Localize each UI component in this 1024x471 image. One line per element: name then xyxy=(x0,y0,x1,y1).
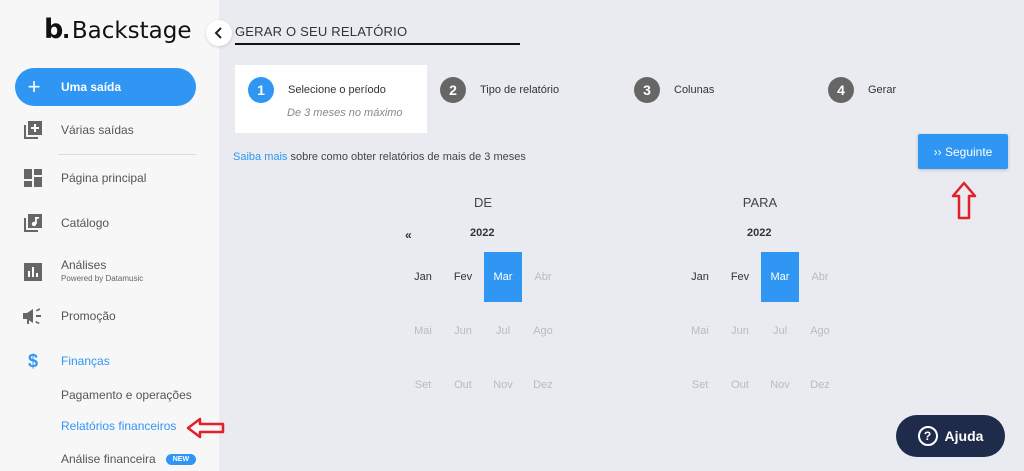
step-3[interactable]: 3 Colunas xyxy=(634,65,714,133)
sidebar-item-label: Várias saídas xyxy=(61,123,134,137)
brand-mark: b xyxy=(44,14,63,45)
from-month-jul: Jul xyxy=(495,325,511,337)
sidebar-item-label: Catálogo xyxy=(61,216,110,230)
from-month-dez: Dez xyxy=(533,379,553,391)
brand-name: Backstage xyxy=(71,18,192,44)
sidebar-item-catalog[interactable]: Catálogo xyxy=(23,213,109,233)
page-title: GERAR O SEU RELATÓRIO xyxy=(235,24,408,39)
chevron-left-icon xyxy=(214,27,222,39)
step-title: Tipo de relatório xyxy=(480,84,560,96)
previous-year-button[interactable]: « xyxy=(405,228,412,242)
sidebar-item-label: Finanças xyxy=(61,354,110,368)
help-button[interactable]: ? Ajuda xyxy=(896,415,1005,457)
from-month-ago: Ago xyxy=(533,325,553,337)
step-number: 2 xyxy=(440,77,466,103)
to-year: 2022 xyxy=(747,227,772,239)
brand-logo[interactable]: b. Backstage xyxy=(44,14,192,45)
sidebar-item-finance[interactable]: $ Finanças xyxy=(23,351,110,371)
brand-dot: . xyxy=(62,14,70,44)
sidebar-item-label: Página principal xyxy=(61,171,147,185)
sidebar-item-analytics[interactable]: Análises Powered by Datamusic xyxy=(23,259,143,285)
step-1[interactable]: 1 Selecione o período De 3 meses no máxi… xyxy=(235,65,427,133)
to-month-abr: Abr xyxy=(811,271,829,283)
sidebar-item-multiple-releases[interactable]: Várias saídas xyxy=(23,120,134,140)
new-badge: NEW xyxy=(165,454,197,466)
title-underline xyxy=(235,43,520,45)
from-month-fev[interactable]: Fev xyxy=(444,252,482,302)
sidebar-subitem-financial-reports[interactable]: Relatórios financeiros xyxy=(61,419,176,433)
from-label: DE xyxy=(473,195,493,210)
to-month-set: Set xyxy=(691,379,709,391)
to-month-out: Out xyxy=(731,379,749,391)
megaphone-icon xyxy=(23,306,43,326)
dollar-icon: $ xyxy=(27,350,38,371)
step-subtitle: De 3 meses no máximo xyxy=(287,107,403,119)
from-year: 2022 xyxy=(470,227,495,239)
from-month-mai: Mai xyxy=(414,325,432,337)
from-month-mar[interactable]: Mar xyxy=(484,252,522,302)
next-button[interactable]: ›› Seguinte xyxy=(918,134,1008,169)
sidebar-item-label: Análises xyxy=(61,258,107,272)
info-text: Saiba mais sobre como obter relatórios d… xyxy=(233,151,526,163)
step-title: Selecione o período xyxy=(288,84,386,96)
to-month-mar[interactable]: Mar xyxy=(761,252,799,302)
music-library-icon xyxy=(23,213,43,233)
annotation-arrow-up-icon xyxy=(951,181,977,226)
analytics-labels: Análises Powered by Datamusic xyxy=(61,259,143,285)
sidebar-item-home[interactable]: Página principal xyxy=(23,168,146,188)
step-4[interactable]: 4 Gerar xyxy=(828,65,896,133)
new-release-label: Uma saída xyxy=(61,80,122,94)
help-label: Ajuda xyxy=(944,428,984,444)
powered-by-label: Powered by Datamusic xyxy=(61,274,144,283)
sidebar: b. Backstage + Uma saída Várias saídas Pá… xyxy=(0,0,219,471)
info-text-body: sobre como obter relatórios de mais de 3… xyxy=(287,151,526,163)
collapse-sidebar-button[interactable] xyxy=(206,20,232,46)
step-number: 4 xyxy=(828,77,854,103)
to-month-ago: Ago xyxy=(810,325,830,337)
step-title: Colunas xyxy=(674,84,715,96)
from-month-set: Set xyxy=(414,379,432,391)
sidebar-divider xyxy=(58,154,196,155)
to-month-jul: Jul xyxy=(772,325,788,337)
step-title: Gerar xyxy=(868,84,897,96)
to-month-fev[interactable]: Fev xyxy=(721,252,759,302)
sidebar-item-label: Promoção xyxy=(61,309,116,323)
learn-more-link[interactable]: Saiba mais xyxy=(233,151,287,163)
plus-icon: + xyxy=(27,74,41,99)
from-month-jan[interactable]: Jan xyxy=(404,252,442,302)
step-number: 3 xyxy=(634,77,660,103)
step-number: 1 xyxy=(248,77,274,103)
annotation-arrow-left-icon xyxy=(186,417,226,444)
add-box-icon xyxy=(23,120,43,140)
sidebar-subitem-payments[interactable]: Pagamento e operações xyxy=(61,388,192,402)
bar-chart-icon xyxy=(23,262,43,282)
question-icon: ? xyxy=(917,426,938,446)
dashboard-icon xyxy=(23,168,43,188)
to-month-mai: Mai xyxy=(691,325,709,337)
to-month-dez: Dez xyxy=(810,379,830,391)
sidebar-subitem-label: Análise financeira xyxy=(61,452,156,466)
from-month-jun: Jun xyxy=(454,325,472,337)
from-month-abr: Abr xyxy=(534,271,552,283)
from-month-nov: Nov xyxy=(493,379,513,391)
step-2[interactable]: 2 Tipo de relatório xyxy=(440,65,559,133)
from-month-out: Out xyxy=(454,379,472,391)
to-month-jan[interactable]: Jan xyxy=(681,252,719,302)
sidebar-item-promotion[interactable]: Promoção xyxy=(23,306,116,326)
new-release-button[interactable]: + Uma saída xyxy=(15,68,196,106)
sidebar-subitem-financial-analysis[interactable]: Análise financeira NEW xyxy=(61,452,197,466)
to-label: PARA xyxy=(742,195,778,210)
to-month-jun: Jun xyxy=(731,325,749,337)
to-month-nov: Nov xyxy=(770,379,790,391)
